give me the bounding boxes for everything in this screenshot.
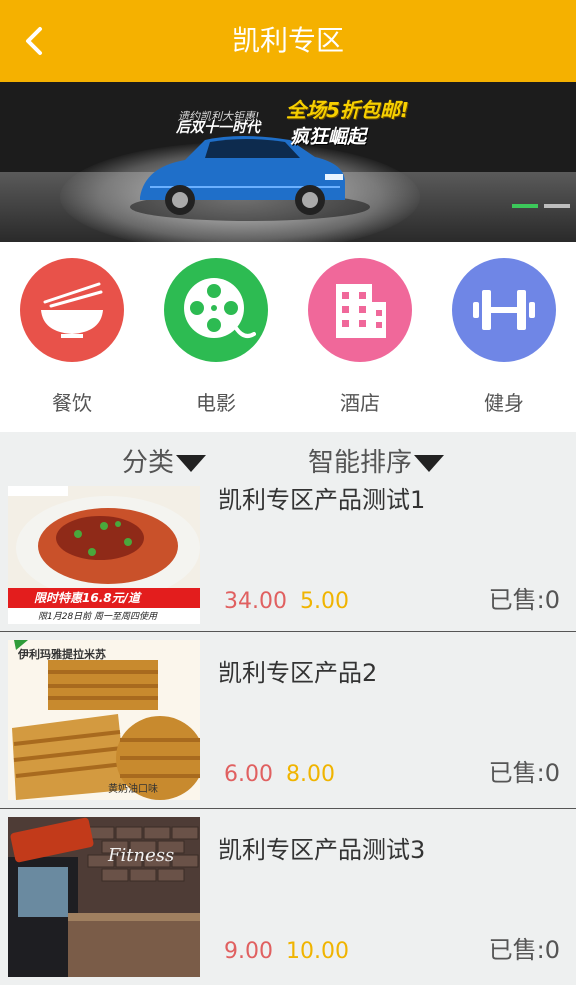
category-label: 餐饮 [52, 391, 92, 415]
thumbnail-promo-text: 限时特惠16.8元/道 [34, 591, 140, 605]
carousel-dot[interactable] [544, 204, 570, 208]
product-sold-count: 已售:0 [488, 759, 560, 787]
category-label: 健身 [484, 391, 524, 415]
carousel-dot[interactable] [512, 204, 538, 208]
product-original-price: 5.00 [300, 589, 349, 614]
banner-headline: 全场5折包邮! [286, 98, 410, 122]
thumbnail-promo-sub: 限1月28日前 周一至周四使用 [38, 612, 158, 622]
caret-down-icon [176, 454, 207, 472]
film-reel-icon [164, 258, 268, 362]
product-item[interactable]: 限时特惠16.8元/道 限1月28日前 周一至周四使用 凯利专区产品测试1 34… [0, 484, 576, 632]
bowl-icon [20, 258, 124, 362]
category-label: 电影 [196, 391, 236, 415]
product-original-price: 8.00 [286, 762, 335, 787]
category-filter-label: 分类 [122, 448, 175, 478]
product-thumbnail: 限时特惠16.8元/道 限1月28日前 周一至周四使用 [8, 486, 200, 624]
banner-sub-text: 后双十一时代 [176, 120, 260, 136]
product-sold-count: 已售:0 [488, 586, 560, 614]
product-original-price: 10.00 [286, 939, 349, 964]
promo-banner[interactable]: 遗约凯利大钜惠! 后双十一时代 全场5折包邮! 疯狂崛起 [0, 82, 576, 242]
product-list: 限时特惠16.8元/道 限1月28日前 周一至周四使用 凯利专区产品测试1 34… [0, 484, 576, 985]
building-icon [308, 258, 412, 362]
category-fitness[interactable]: 健身 [444, 258, 564, 416]
carousel-indicator [512, 204, 570, 208]
product-item[interactable]: Fitness 凯利专区产品测试3 9.00 10.00 已售:0 [0, 809, 576, 985]
category-dining[interactable]: 餐饮 [12, 258, 132, 416]
category-filter[interactable]: 分类 [122, 446, 207, 480]
category-hotel[interactable]: 酒店 [300, 258, 420, 416]
thumbnail-title-text: 伊利玛雅提拉米苏 [18, 648, 106, 661]
banner-slogan: 疯狂崛起 [290, 126, 367, 148]
product-name: 凯利专区产品2 [218, 659, 378, 687]
sort-filter-label: 智能排序 [308, 448, 413, 478]
product-price: 6.00 [224, 762, 273, 787]
category-grid: 餐饮 电影 酒店 健身 [0, 242, 576, 432]
dumbbell-icon [452, 258, 556, 362]
page-title: 凯利专区 [231, 24, 344, 57]
thumbnail-flavor-text: 黄奶油口味 [108, 784, 158, 795]
filter-bar: 分类 智能排序 [0, 432, 576, 484]
product-price: 34.00 [224, 589, 287, 614]
product-name: 凯利专区产品测试1 [218, 486, 426, 514]
product-price: 9.00 [224, 939, 273, 964]
category-label: 酒店 [340, 391, 380, 415]
top-bar: 凯利专区 [0, 0, 576, 82]
category-movie[interactable]: 电影 [156, 258, 276, 416]
product-thumbnail: Fitness [8, 817, 200, 977]
sort-filter[interactable]: 智能排序 [308, 446, 445, 480]
product-sold-count: 已售:0 [488, 936, 560, 964]
product-item[interactable]: 伊利玛雅提拉米苏 黄奶油口味 凯利专区产品2 6.00 8.00 已售:0 [0, 632, 576, 809]
thumbnail-brand-text: Fitness [108, 845, 175, 866]
product-thumbnail: 伊利玛雅提拉米苏 黄奶油口味 [8, 640, 200, 800]
caret-down-icon [414, 454, 445, 472]
product-name: 凯利专区产品测试3 [218, 836, 426, 864]
